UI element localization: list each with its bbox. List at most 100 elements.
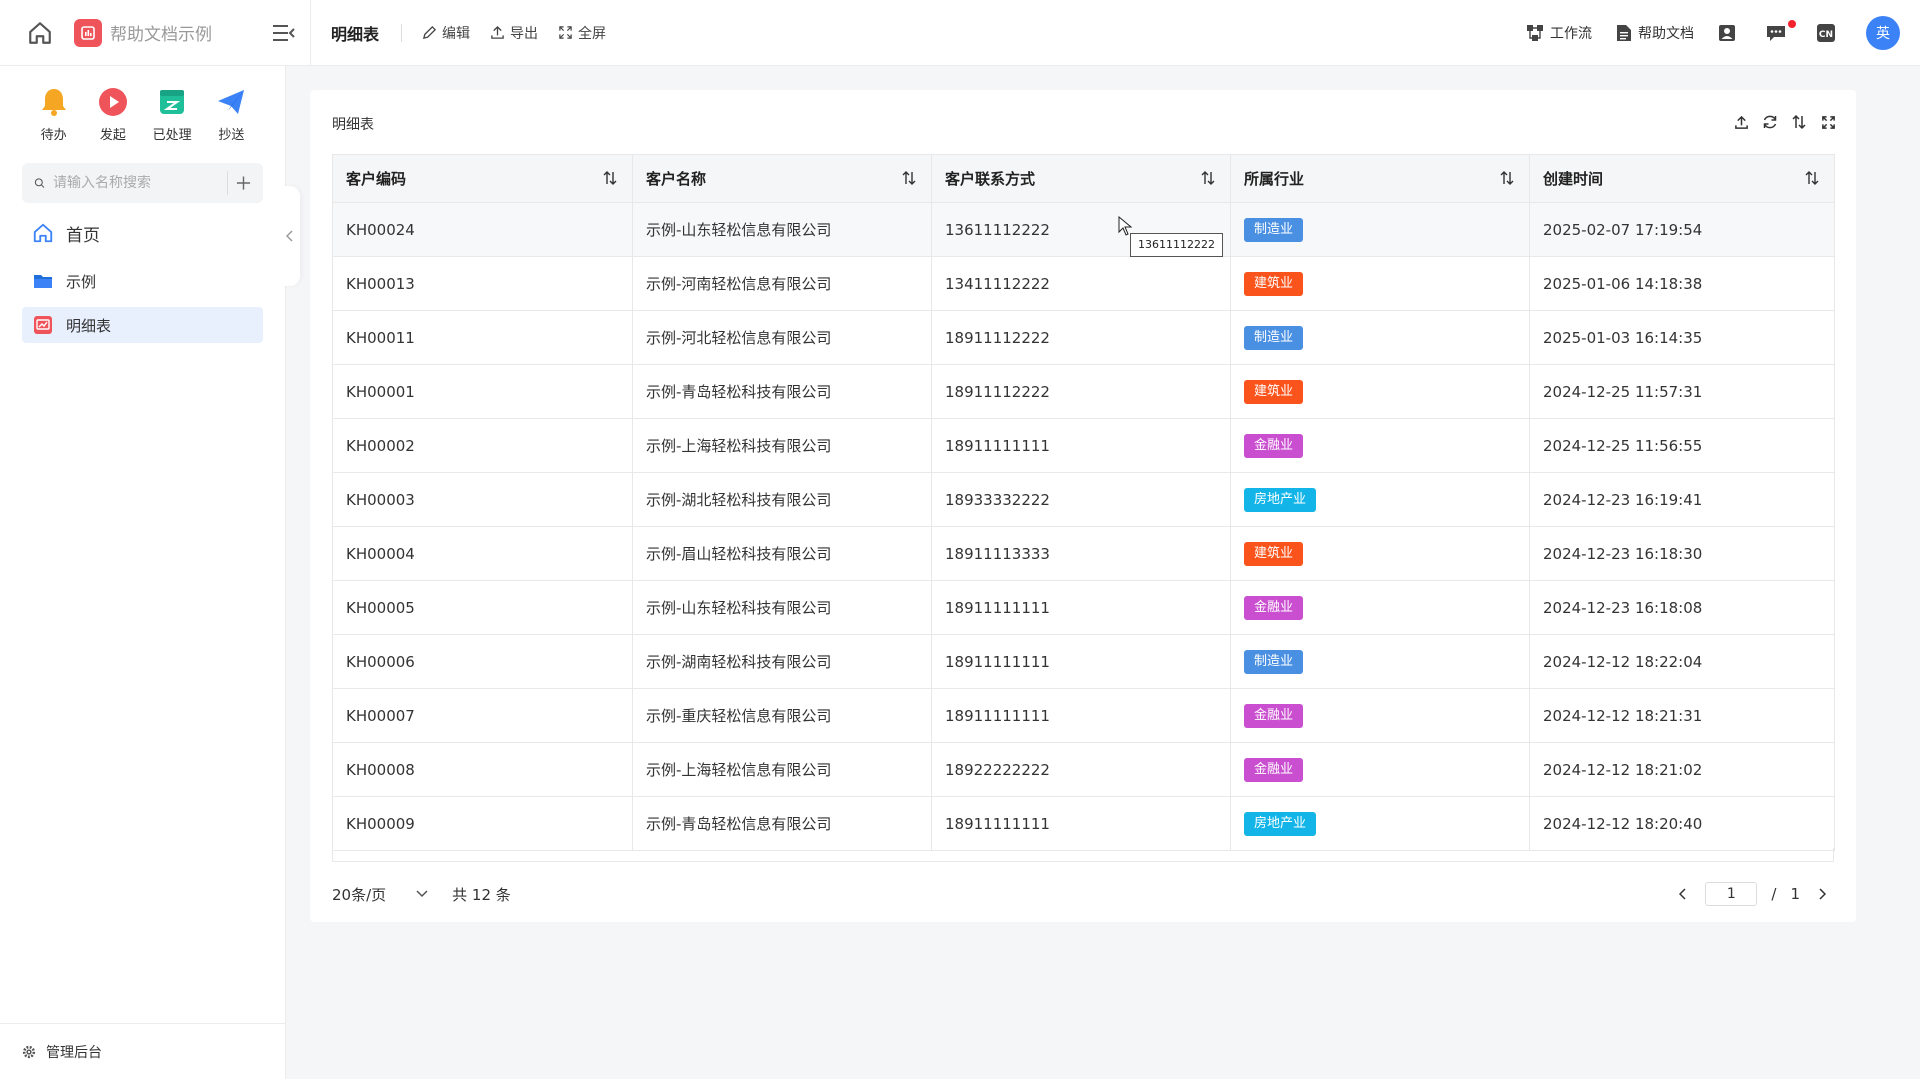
cell-industry: 房地产业 bbox=[1230, 472, 1530, 527]
cell-name: 示例-湖北轻松科技有限公司 bbox=[632, 472, 932, 527]
send-icon bbox=[215, 86, 247, 118]
current-page-input[interactable] bbox=[1705, 882, 1758, 906]
done-icon bbox=[156, 86, 188, 118]
total-count: 共 12 条 bbox=[452, 885, 511, 904]
cell-created: 2024-12-23 16:18:30 bbox=[1529, 526, 1835, 581]
add-icon[interactable] bbox=[227, 171, 251, 195]
quick-cc[interactable]: 抄送 bbox=[202, 86, 261, 143]
table-row[interactable]: KH00003 示例-湖北轻松科技有限公司 18933332222 房地产业 2024-… bbox=[332, 472, 1835, 527]
chevron-right-icon bbox=[1819, 888, 1826, 900]
cell-created: 2025-02-07 17:19:54 bbox=[1529, 202, 1835, 257]
cell-name: 示例-上海轻松科技有限公司 bbox=[632, 418, 932, 473]
sidebar-item-examples[interactable]: 示例 bbox=[22, 263, 263, 299]
sidebar-nav: 首页 示例 明细表 bbox=[22, 211, 263, 343]
cell-industry: 制造业 bbox=[1230, 310, 1530, 365]
industry-tag: 金融业 bbox=[1244, 433, 1304, 458]
column-header[interactable]: 客户编码 bbox=[332, 154, 633, 203]
page-size-select[interactable]: 20条/页 bbox=[332, 884, 428, 905]
cell-code: KH00002 bbox=[332, 418, 633, 473]
column-header[interactable]: 所属行业 bbox=[1230, 154, 1530, 203]
contacts-icon bbox=[1719, 25, 1735, 41]
quick-todo[interactable]: 待办 bbox=[24, 86, 83, 143]
home-icon[interactable] bbox=[24, 17, 56, 49]
table-row[interactable]: KH00004 示例-眉山轻松科技有限公司 18911113333 建筑业 2024-1… bbox=[332, 526, 1835, 581]
quick-done[interactable]: 已处理 bbox=[143, 86, 202, 143]
fullscreen-button[interactable]: 全屏 bbox=[558, 23, 606, 43]
column-header[interactable]: 客户名称 bbox=[632, 154, 932, 203]
divider bbox=[310, 0, 311, 66]
detail-table: 客户编码 客户名称 客户联系方式 所属行业 创建时间 KH00024 示例-山东轻松信息有… bbox=[332, 154, 1835, 851]
sort-icon[interactable] bbox=[1804, 170, 1820, 190]
sidebar-item-detail-report[interactable]: 明细表 bbox=[22, 307, 263, 343]
card-toolbar bbox=[1722, 112, 1838, 132]
cell-created: 2024-12-12 18:21:02 bbox=[1529, 742, 1835, 797]
quick-cc-label: 抄送 bbox=[218, 128, 245, 143]
admin-link[interactable]: 管理后台 bbox=[0, 1023, 286, 1079]
table-row[interactable]: KH00013 示例-河南轻松信息有限公司 13411112222 建筑业 2025-0… bbox=[332, 256, 1835, 311]
help-docs-label: 帮助文档 bbox=[1638, 26, 1694, 42]
sidebar-search-input[interactable] bbox=[53, 175, 227, 191]
prev-page-button[interactable] bbox=[1671, 882, 1695, 906]
table-row[interactable]: KH00001 示例-青岛轻松科技有限公司 18911112222 建筑业 2024-1… bbox=[332, 364, 1835, 419]
workflow-icon bbox=[1527, 25, 1543, 41]
cell-code: KH00009 bbox=[332, 796, 633, 851]
table-row[interactable]: KH00008 示例-上海轻松信息有限公司 18922222222 金融业 2024-1… bbox=[332, 742, 1835, 797]
export-button[interactable]: 导出 bbox=[490, 23, 538, 43]
table-row[interactable]: KH00007 示例-重庆轻松信息有限公司 18911111111 金融业 2024-1… bbox=[332, 688, 1835, 743]
table-row[interactable]: KH00009 示例-青岛轻松信息有限公司 18911111111 房地产业 2024-… bbox=[332, 796, 1835, 851]
industry-tag: 房地产业 bbox=[1244, 811, 1317, 836]
cell-code: KH00003 bbox=[332, 472, 633, 527]
sidebar-collapse-handle[interactable] bbox=[280, 186, 300, 286]
workflow-button[interactable]: 工作流 bbox=[1526, 23, 1592, 43]
table-row[interactable]: KH00002 示例-上海轻松科技有限公司 18911111111 金融业 2024-1… bbox=[332, 418, 1835, 473]
messages-button[interactable] bbox=[1766, 20, 1796, 42]
refresh-icon[interactable] bbox=[1760, 112, 1780, 132]
cell-industry: 金融业 bbox=[1230, 580, 1530, 635]
language-icon-text: CN bbox=[1819, 30, 1833, 40]
top-bar: 帮助文档示例 明细表 编辑 导出 全屏 工作流 帮助文档 CN 英 bbox=[0, 0, 1920, 66]
play-icon bbox=[97, 86, 129, 118]
sort-icon[interactable] bbox=[901, 170, 917, 190]
cell-code: KH00007 bbox=[332, 688, 633, 743]
sort-icon[interactable] bbox=[1499, 170, 1515, 190]
cell-name: 示例-青岛轻松科技有限公司 bbox=[632, 364, 932, 419]
expand-icon[interactable] bbox=[1818, 112, 1838, 132]
folder-icon bbox=[32, 270, 54, 292]
column-header-label: 客户编码 bbox=[346, 170, 407, 188]
edit-label: 编辑 bbox=[442, 25, 471, 42]
cell-code: KH00004 bbox=[332, 526, 633, 581]
notification-dot bbox=[1788, 20, 1796, 28]
cell-phone: 18922222222 bbox=[931, 742, 1231, 797]
table-row[interactable]: KH00006 示例-湖南轻松科技有限公司 18911111111 制造业 2024-1… bbox=[332, 634, 1835, 689]
table-row[interactable]: KH00011 示例-河北轻松信息有限公司 18911112222 制造业 2025-0… bbox=[332, 310, 1835, 365]
quick-done-label: 已处理 bbox=[152, 128, 192, 143]
menu-toggle-icon[interactable] bbox=[270, 19, 298, 47]
sort-icon[interactable] bbox=[1789, 112, 1809, 132]
cell-created: 2024-12-23 16:18:08 bbox=[1529, 580, 1835, 635]
column-header[interactable]: 创建时间 bbox=[1529, 154, 1835, 203]
cell-phone: 18911111111 bbox=[931, 688, 1231, 743]
upload-icon[interactable] bbox=[1731, 112, 1751, 132]
quick-todo-label: 待办 bbox=[40, 128, 67, 143]
table-header-row: 客户编码 客户名称 客户联系方式 所属行业 创建时间 bbox=[332, 154, 1835, 203]
edit-button[interactable]: 编辑 bbox=[422, 23, 470, 43]
column-header-label: 客户联系方式 bbox=[945, 170, 1036, 188]
table-body: KH00024 示例-山东轻松信息有限公司 13611112222 制造业 2025-0… bbox=[332, 202, 1835, 851]
help-docs-button[interactable]: 帮助文档 bbox=[1616, 23, 1694, 43]
table-row[interactable]: KH00005 示例-山东轻松科技有限公司 18911111111 金融业 2024-1… bbox=[332, 580, 1835, 635]
page-size-value: 20条/页 bbox=[332, 885, 387, 904]
sort-icon[interactable] bbox=[1200, 170, 1216, 190]
column-header[interactable]: 客户联系方式 bbox=[931, 154, 1231, 203]
quick-actions: 待办 发起 已处理 抄送 bbox=[0, 66, 285, 143]
language-button[interactable]: CN bbox=[1816, 23, 1842, 43]
cell-industry: 建筑业 bbox=[1230, 256, 1530, 311]
sidebar-search bbox=[22, 163, 263, 203]
cell-industry: 金融业 bbox=[1230, 418, 1530, 473]
avatar[interactable]: 英 bbox=[1866, 16, 1900, 50]
next-page-button[interactable] bbox=[1810, 882, 1834, 906]
contacts-button[interactable] bbox=[1718, 24, 1742, 42]
sort-icon[interactable] bbox=[602, 170, 618, 190]
sidebar-item-home[interactable]: 首页 bbox=[22, 211, 263, 255]
table-row[interactable]: KH00024 示例-山东轻松信息有限公司 13611112222 制造业 2025-0… bbox=[332, 202, 1835, 257]
quick-start[interactable]: 发起 bbox=[83, 86, 142, 143]
